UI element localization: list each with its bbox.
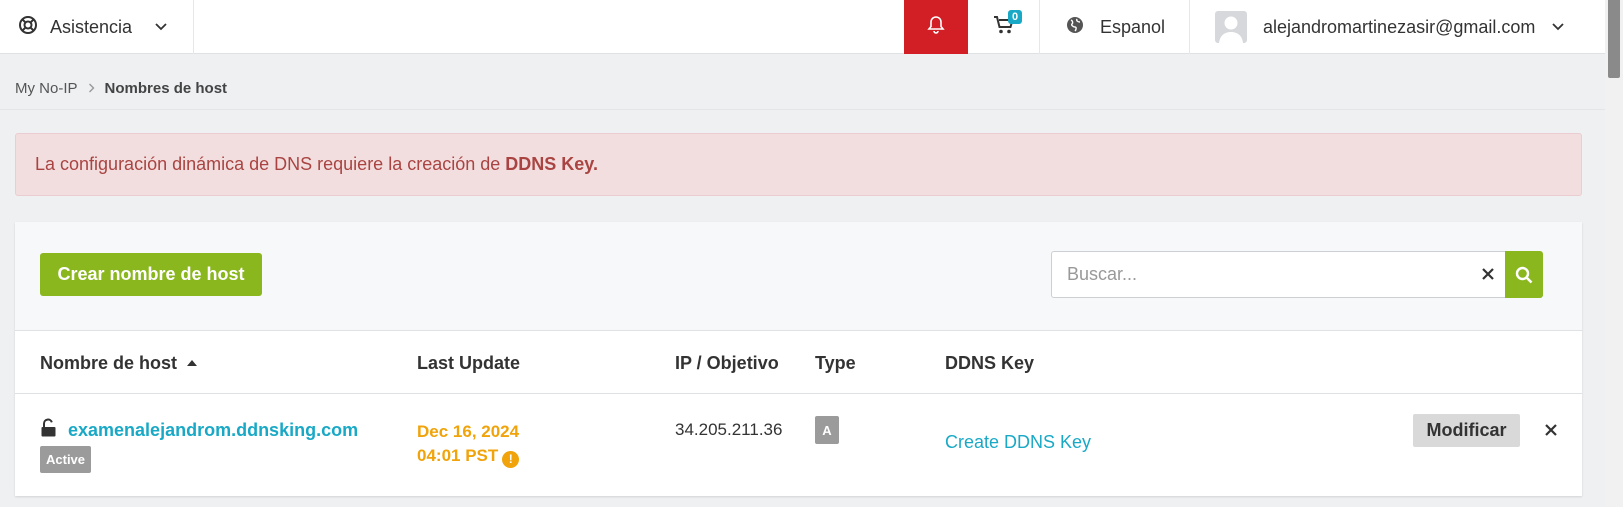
support-label: Asistencia [50, 16, 133, 37]
breadcrumb-current: Nombres de host [104, 80, 228, 97]
delete-button[interactable] [1539, 418, 1563, 442]
hostnames-panel: Crear nombre de host Nombre de host Last… [15, 222, 1582, 496]
alert-text: La configuración dinámica de DNS requier… [35, 154, 501, 174]
avatar [1215, 11, 1247, 43]
panel-toolbar: Crear nombre de host [15, 222, 1582, 331]
search-icon [1515, 266, 1533, 283]
modify-button[interactable]: Modificar [1413, 414, 1520, 447]
search-field [1051, 251, 1505, 298]
clear-search-button[interactable] [1476, 262, 1500, 286]
table-header: Nombre de host Last Update IP / Objetivo… [15, 331, 1582, 394]
column-header-ddns-key: DDNS Key [945, 353, 1035, 373]
cart-count-badge: 0 [1008, 10, 1023, 24]
close-icon [1545, 424, 1557, 436]
status-badge: Active [40, 446, 92, 473]
record-type-badge: A [815, 416, 839, 444]
create-hostname-button[interactable]: Crear nombre de host [40, 253, 262, 296]
column-header-type: Type [815, 353, 856, 373]
user-menu[interactable]: alejandromartinezasir@gmail.com [1190, 0, 1605, 54]
cart-button[interactable]: 0 [968, 0, 1040, 54]
ddns-alert: La configuración dinámica de DNS requier… [15, 133, 1582, 196]
notifications-button[interactable] [904, 0, 968, 54]
chevron-down-icon [154, 18, 168, 36]
bell-icon [927, 15, 945, 40]
create-ddns-key-link[interactable]: Create DDNS Key [945, 432, 1091, 453]
search-input[interactable] [1067, 264, 1467, 285]
ip-value: 34.205.211.36 [675, 420, 783, 439]
column-header-hostname[interactable]: Nombre de host [40, 353, 198, 374]
last-update: Dec 16, 2024 04:01 PST! [417, 420, 520, 468]
sort-up-icon [187, 360, 198, 366]
chevron-right-icon [88, 82, 95, 96]
hostname-link[interactable]: examenalejandrom.ddnsking.com [68, 420, 358, 441]
breadcrumb-home-link[interactable]: My No-IP [15, 80, 78, 97]
close-icon [1482, 268, 1494, 280]
user-email: alejandromartinezasir@gmail.com [1263, 16, 1536, 37]
lifebuoy-icon [18, 15, 38, 40]
globe-icon [1066, 16, 1084, 39]
table-row: examenalejandrom.ddnsking.com Active Dec… [15, 394, 1582, 496]
language-label: Espanol [1100, 16, 1166, 37]
search-box [1051, 251, 1543, 298]
search-button[interactable] [1505, 251, 1543, 298]
scrollbar[interactable] [1605, 0, 1623, 507]
breadcrumb: My No-IP Nombres de host [15, 80, 227, 97]
chevron-down-icon [1551, 18, 1565, 36]
warning-icon[interactable]: ! [502, 450, 520, 468]
unlock-icon [40, 418, 58, 443]
support-menu[interactable]: Asistencia [0, 0, 194, 54]
language-selector[interactable]: Espanol [1040, 0, 1190, 54]
top-bar: Asistencia 0 Espanol alejandromartinezas… [0, 0, 1605, 54]
column-header-last-update: Last Update [417, 353, 521, 373]
scrollbar-thumb[interactable] [1608, 0, 1620, 78]
last-update-date: Dec 16, 2024 [417, 422, 520, 441]
last-update-time: 04:01 PST [417, 446, 499, 465]
divider [0, 109, 1605, 110]
alert-strong-text: DDNS Key. [505, 154, 598, 174]
column-label: Nombre de host [40, 353, 178, 373]
column-header-ip: IP / Objetivo [675, 353, 779, 373]
